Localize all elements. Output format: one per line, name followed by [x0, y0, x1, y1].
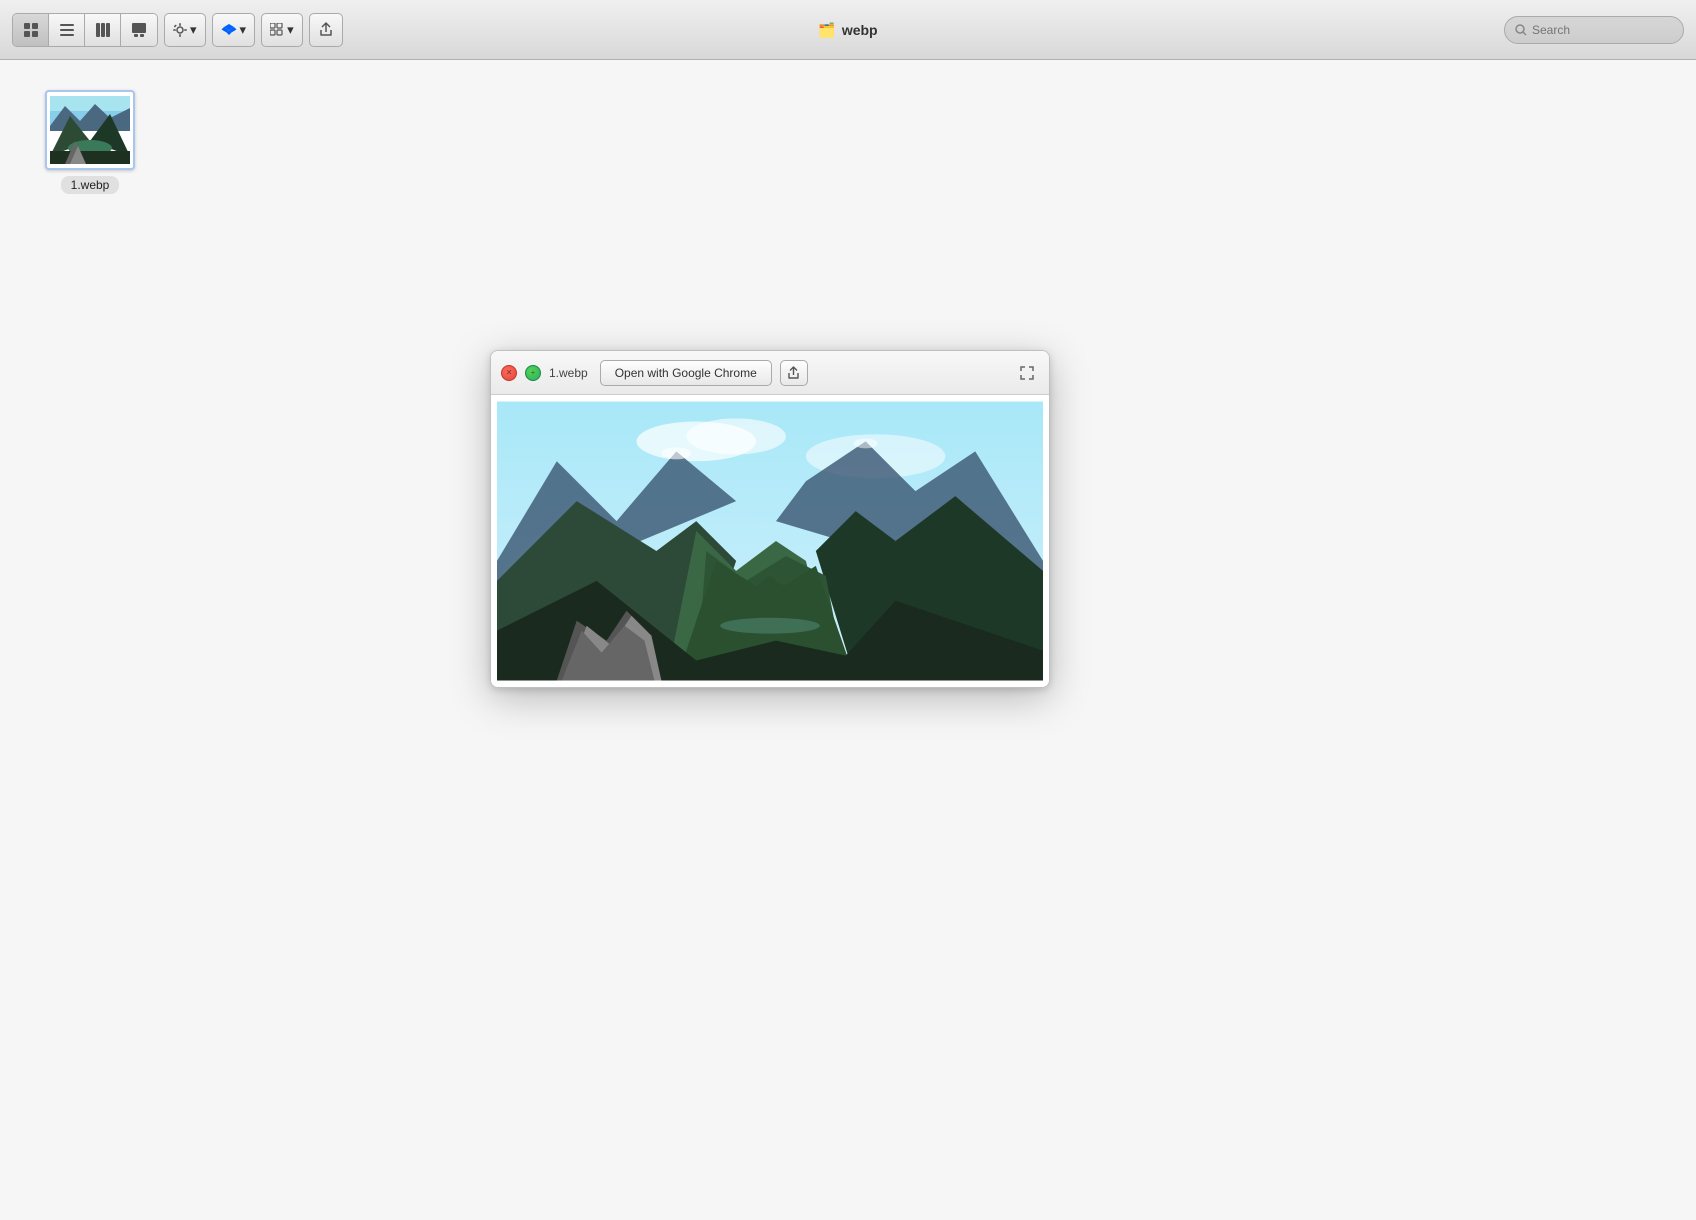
thumbnail-image: [50, 96, 130, 164]
preview-toolbar: ✕ + 1.webp Open with Google Chrome: [491, 351, 1049, 395]
toolbar: 🗂️ webp: [0, 0, 1696, 60]
search-input[interactable]: [1532, 23, 1672, 37]
view-icon-btn[interactable]: [13, 14, 49, 46]
cover-icon: [131, 22, 147, 38]
content-area: 1.webp ✕ + 1.webp Open with Google Chrom…: [0, 60, 1696, 1220]
preview-share-button[interactable]: [780, 360, 808, 386]
view-columns-btn[interactable]: [85, 14, 121, 46]
action-button[interactable]: ▾: [164, 13, 206, 47]
fullscreen-icon: [1020, 366, 1034, 380]
window-title: webp: [842, 22, 878, 38]
open-with-chrome-button[interactable]: Open with Google Chrome: [600, 360, 772, 386]
landscape-svg: [497, 401, 1043, 681]
file-label: 1.webp: [61, 176, 120, 194]
preview-image: [497, 401, 1043, 681]
arrange-chevron: ▾: [287, 22, 294, 38]
folder-icon: 🗂️: [818, 22, 835, 39]
dropbox-chevron: ▾: [240, 22, 247, 38]
preview-close-button[interactable]: ✕: [501, 365, 517, 381]
action-btn-chevron: ▾: [190, 22, 197, 38]
view-cover-btn[interactable]: [121, 14, 157, 46]
share-toolbar-icon: [318, 22, 334, 38]
grid-icon: [23, 22, 39, 38]
close-icon: ✕: [506, 368, 513, 377]
gear-icon: [173, 23, 187, 37]
preview-expand-button[interactable]: +: [525, 365, 541, 381]
preview-filename: 1.webp: [549, 366, 588, 380]
preview-image-container: [491, 395, 1049, 687]
share-icon: [787, 366, 800, 380]
file-thumbnail: [45, 90, 135, 170]
arrange-icon: [270, 23, 284, 37]
preview-panel: ✕ + 1.webp Open with Google Chrome: [490, 350, 1050, 688]
preview-fullscreen-button[interactable]: [1015, 361, 1039, 385]
columns-icon: [95, 22, 111, 38]
dropbox-button[interactable]: ▾: [212, 13, 256, 47]
expand-icon: +: [531, 368, 536, 377]
dropbox-icon: [221, 22, 237, 38]
view-btn-group: [12, 13, 158, 47]
file-item[interactable]: 1.webp: [40, 90, 140, 194]
search-icon: [1515, 24, 1527, 36]
search-box[interactable]: [1504, 16, 1684, 44]
list-icon: [59, 22, 75, 38]
share-toolbar-button[interactable]: [309, 13, 343, 47]
arrange-button[interactable]: ▾: [261, 13, 303, 47]
view-list-btn[interactable]: [49, 14, 85, 46]
